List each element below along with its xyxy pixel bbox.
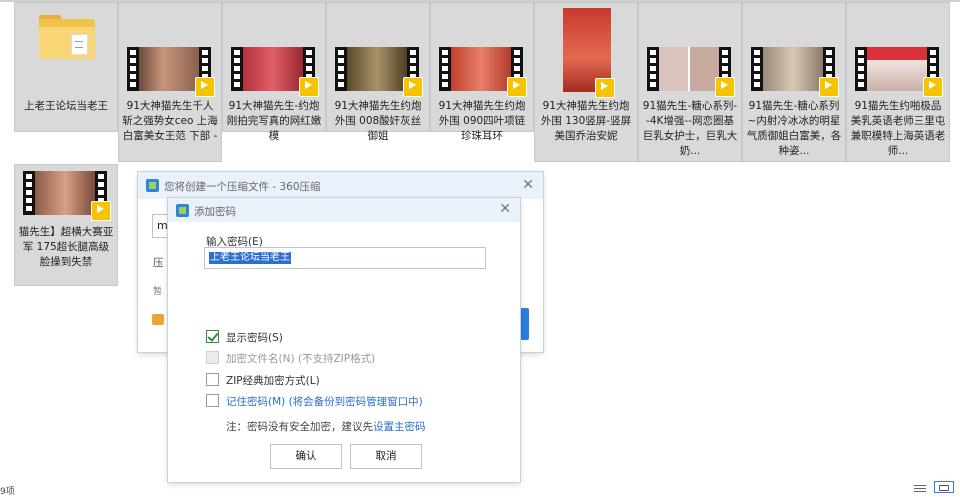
remember-password-label[interactable]: 记住密码(M) (将会备份到密码管理窗口中) (226, 394, 423, 409)
player-badge-icon (715, 77, 735, 97)
compress-dialog-titlebar: 您将创建一个压缩文件 - 360压缩 ✕ (138, 172, 543, 199)
compress-dialog-title: 您将创建一个压缩文件 - 360压缩 (164, 181, 321, 193)
large-icons-view-icon[interactable] (934, 481, 954, 493)
zip-classic-encryption-checkbox[interactable] (206, 373, 219, 386)
file-tile-folder[interactable]: 上老王论坛当老王 (14, 2, 118, 132)
compress-option-label: 压 (153, 257, 164, 269)
file-tile-video[interactable]: 91猫先生约啪极品美乳英语老师三里屯兼职模特上海英语老师... (846, 2, 950, 162)
file-name: 91猫先生约啪极品美乳英语老师三里屯兼职模特上海英语老师... (850, 100, 946, 157)
app-360zip-icon (146, 179, 159, 192)
file-tile-video[interactable]: 91猫先生-糖心系列~内射冷冰冰的明星气质御姐白富美，各种姿... (742, 2, 846, 162)
ok-button[interactable]: 确认 (270, 444, 342, 469)
compress-dialog-close-button[interactable]: ✕ (522, 178, 534, 192)
cancel-button[interactable]: 取消 (350, 444, 422, 469)
file-tile-video[interactable]: 91大神猫先生约炮外围 090四叶项链珍珠耳环 (430, 2, 534, 142)
password-input[interactable]: 上老王论坛当老王 (204, 247, 486, 269)
add-password-titlebar: 添加密码 ✕ (168, 198, 520, 222)
show-password-label: 显示密码(S) (226, 332, 283, 344)
player-badge-icon (91, 201, 111, 221)
set-master-password-link[interactable]: 设置主密码 (373, 421, 426, 433)
video-thumbnail (439, 47, 527, 97)
file-tile-video[interactable]: 91大神猫先生约炮外围 130竖屏-竖屏美国乔治安妮 (534, 2, 638, 162)
video-thumbnail (335, 47, 423, 97)
add-password-close-button[interactable]: ✕ (499, 202, 511, 216)
file-name: 91大神猫先生约炮外围 130竖屏-竖屏美国乔治安妮 (540, 100, 632, 142)
player-badge-icon (595, 78, 615, 98)
encrypt-filenames-checkbox (206, 351, 219, 364)
status-item-count: 9项 (0, 487, 15, 497)
file-name: 91大神猫先生约炮外围 090四叶项链珍珠耳环 (438, 100, 526, 142)
file-name: 91猫先生-糖心系列~内射冷冰冰的明星气质御姐白富美，各种姿... (746, 100, 842, 157)
file-name: 91猫先生-糖心系列--4K增强--网恋圈基巨乳女护士，巨乳大奶... (642, 100, 738, 157)
compress-now-button[interactable] (520, 308, 529, 340)
player-badge-icon (923, 77, 943, 97)
player-badge-icon (507, 77, 527, 97)
show-password-checkbox[interactable] (206, 330, 219, 343)
remember-password-checkbox[interactable] (206, 394, 219, 407)
video-thumbnail (127, 47, 215, 97)
file-name: 猫先生】超横大赛亚军 175超长腿高级脸操到失禁 (18, 226, 114, 268)
player-badge-icon (195, 77, 215, 97)
video-thumbnail (231, 47, 319, 97)
player-badge-icon (403, 77, 423, 97)
details-view-icon[interactable] (914, 484, 926, 492)
lock-icon[interactable] (152, 314, 164, 325)
video-thumbnail (647, 47, 735, 97)
app-360zip-icon (176, 204, 189, 217)
password-note: 注：密码没有安全加密，建议先设置主密码 (226, 421, 426, 433)
encrypt-filenames-label: 加密文件名(N) (不支持ZIP格式) (226, 353, 376, 365)
file-tile-video[interactable]: 猫先生】超横大赛亚军 175超长腿高级脸操到失禁 (14, 164, 118, 286)
video-thumbnail (855, 47, 943, 97)
password-value: 上老王论坛当老王 (209, 252, 291, 264)
video-thumbnail (23, 171, 111, 221)
zip-classic-encryption-label: ZIP经典加密方式(L) (226, 375, 320, 387)
file-tile-video[interactable]: 91大神猫先生约炮外围 008酸奸灰丝御姐 (326, 2, 430, 142)
file-tile-video[interactable]: 91大神猫先生-约炮刚拍完写真的网红嫩模 (222, 2, 326, 142)
file-name: 91大神猫先生约炮外围 008酸奸灰丝御姐 (334, 100, 422, 142)
add-password-title: 添加密码 (194, 206, 236, 218)
file-tile-video[interactable]: 91猫先生-糖心系列--4K增强--网恋圈基巨乳女护士，巨乳大奶... (638, 2, 742, 162)
file-name: 91大神猫先生-约炮刚拍完写真的网红嫩模 (226, 100, 322, 142)
video-thumbnail (751, 47, 839, 97)
add-password-dialog: 添加密码 ✕ 输入密码(E) 上老王论坛当老王 显示密码(S) 加密文件名(N)… (168, 198, 520, 482)
player-badge-icon (299, 77, 319, 97)
file-name: 上老王论坛当老王 (24, 100, 108, 112)
video-thumbnail (563, 8, 615, 98)
player-badge-icon (819, 77, 839, 97)
document-icon (71, 34, 88, 55)
file-name: 91大神猫先生千人斩之强势女ceo 上海 白富美女王范 下部 - (122, 100, 218, 142)
compress-option-label: 暂 (153, 287, 163, 297)
file-tile-video[interactable]: 91大神猫先生千人斩之强势女ceo 上海 白富美女王范 下部 - (118, 2, 222, 162)
